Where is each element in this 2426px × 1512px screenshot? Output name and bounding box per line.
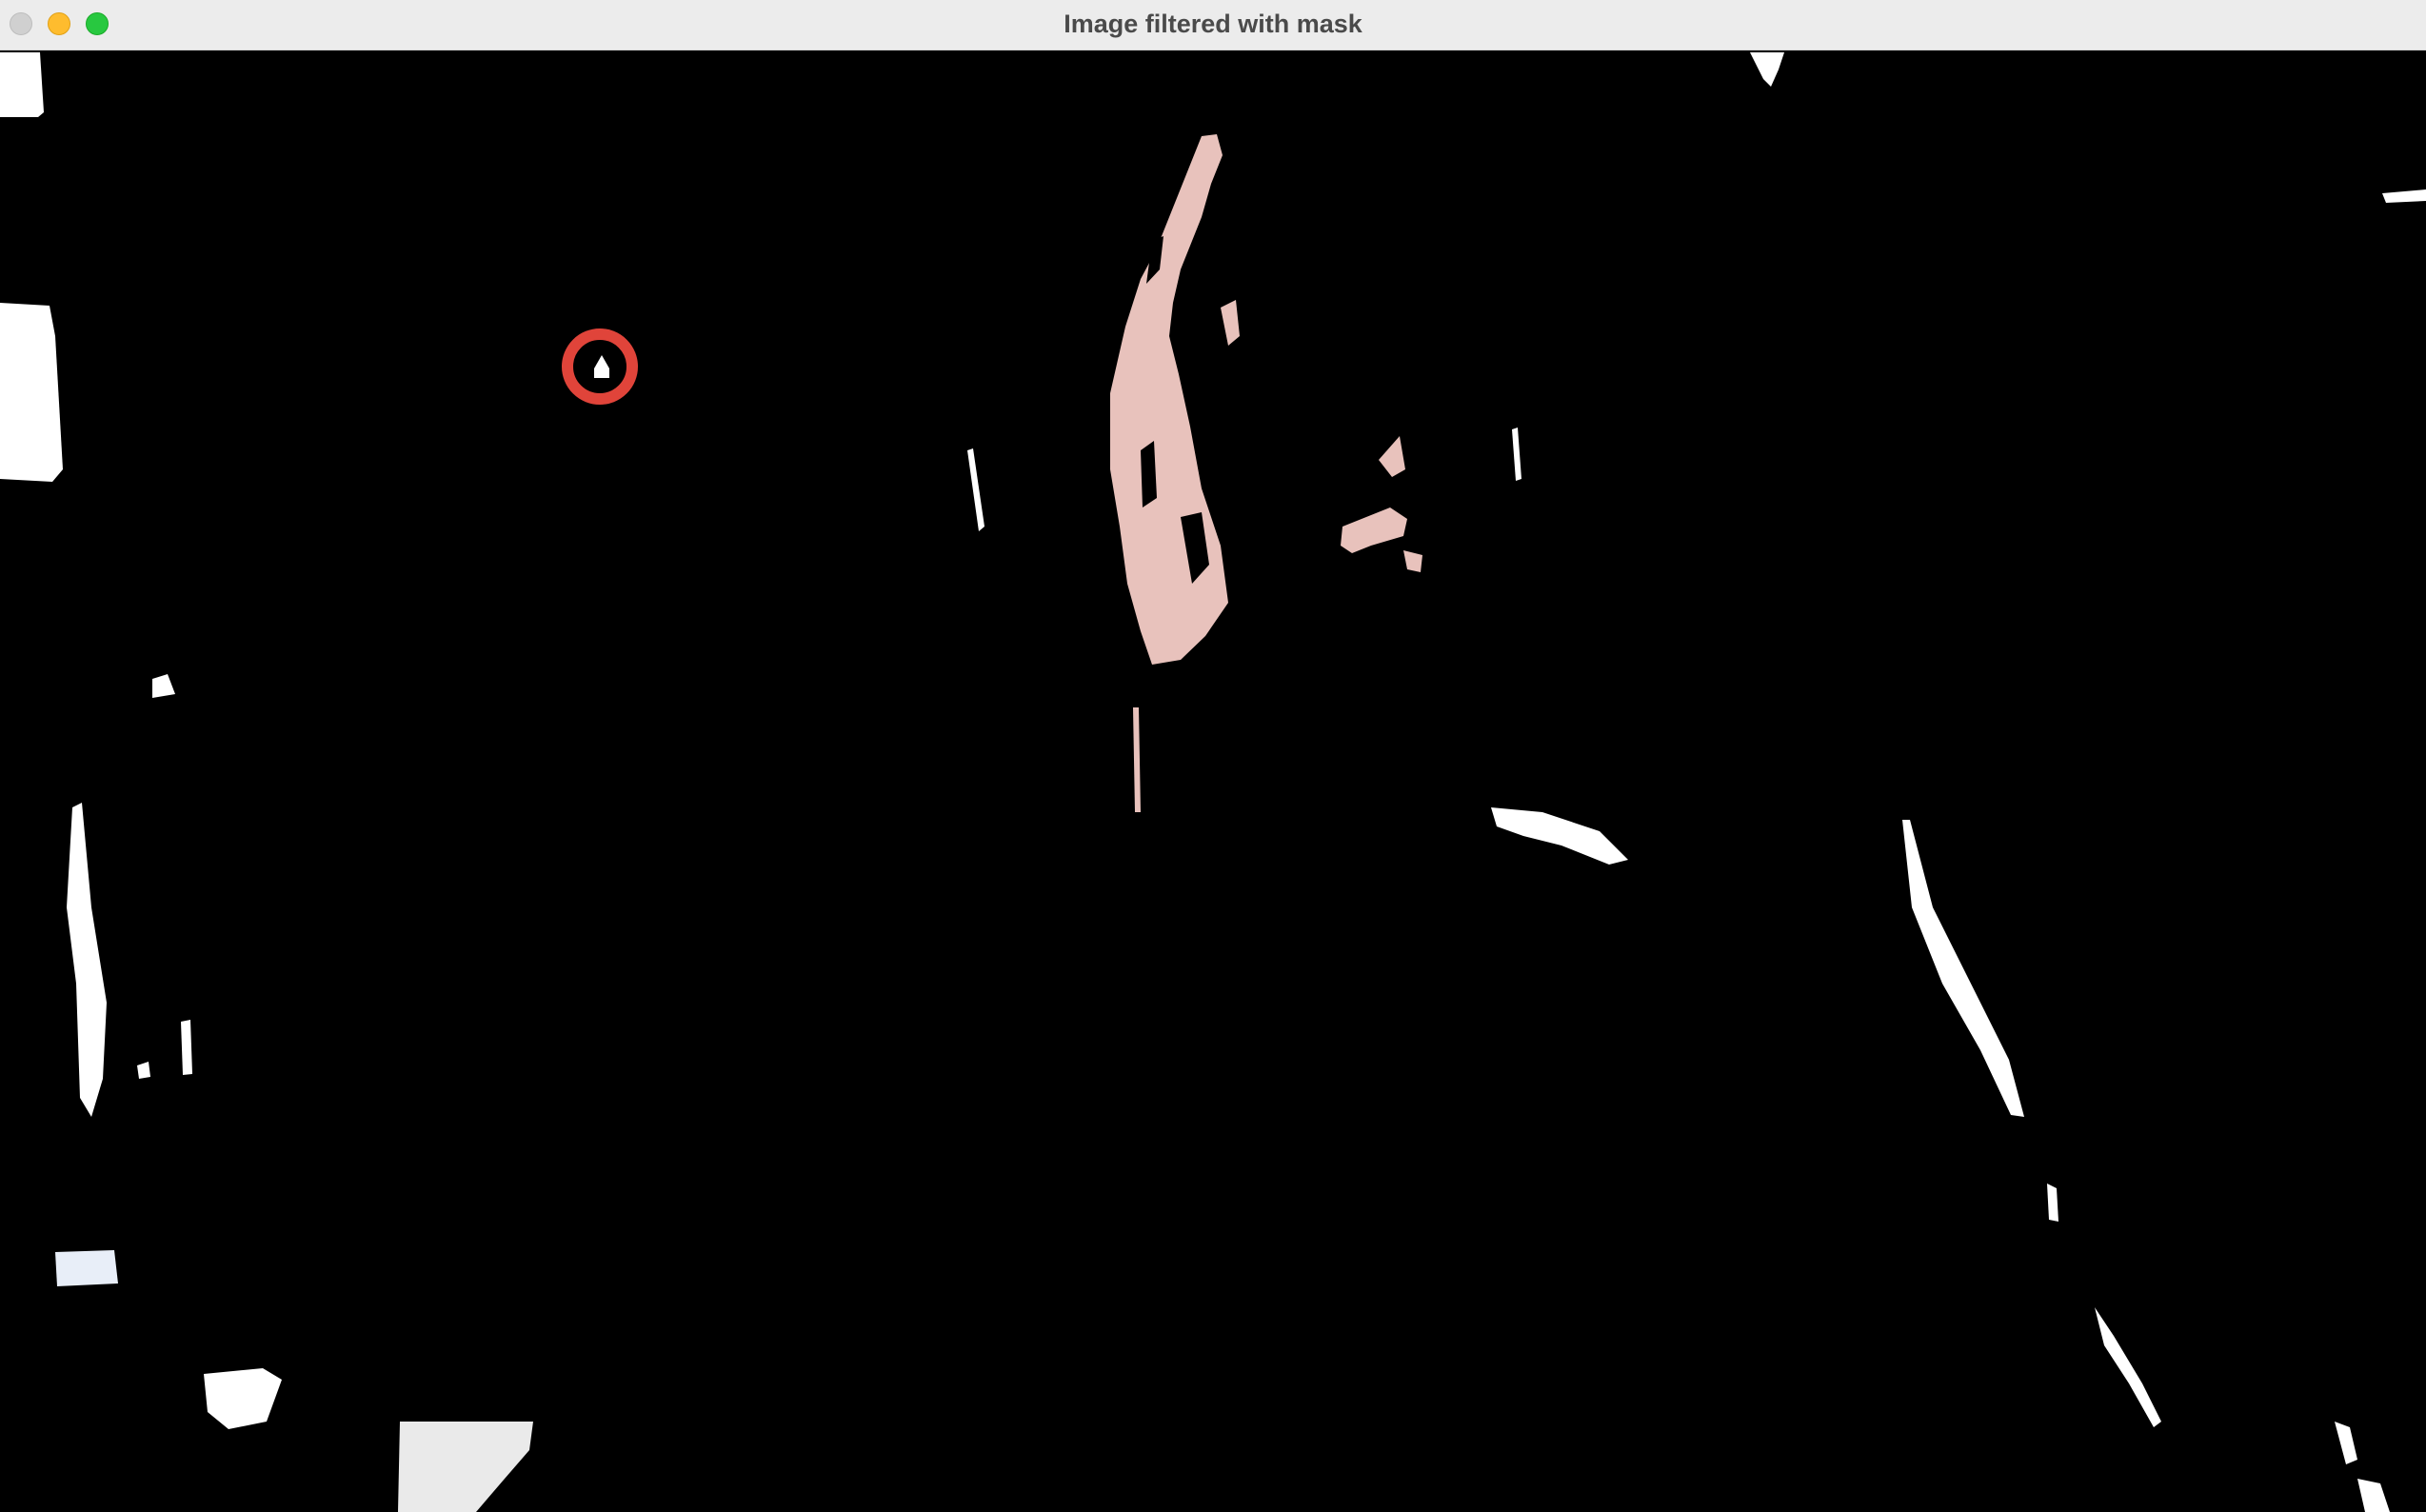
highlight-region xyxy=(181,1020,192,1075)
masked-image-canvas xyxy=(0,50,2426,1512)
mask-hole xyxy=(1141,441,1157,507)
highlight-region xyxy=(0,303,63,482)
highlight-region xyxy=(0,52,44,117)
window-title: Image filtered with mask xyxy=(1064,10,1362,38)
masked-image xyxy=(0,50,2426,1512)
highlight-region xyxy=(55,1250,118,1286)
title-bar[interactable]: Image filtered with mask xyxy=(0,0,2426,50)
app-window: Image filtered with mask xyxy=(0,0,2426,1512)
mask-background xyxy=(0,50,2426,1512)
